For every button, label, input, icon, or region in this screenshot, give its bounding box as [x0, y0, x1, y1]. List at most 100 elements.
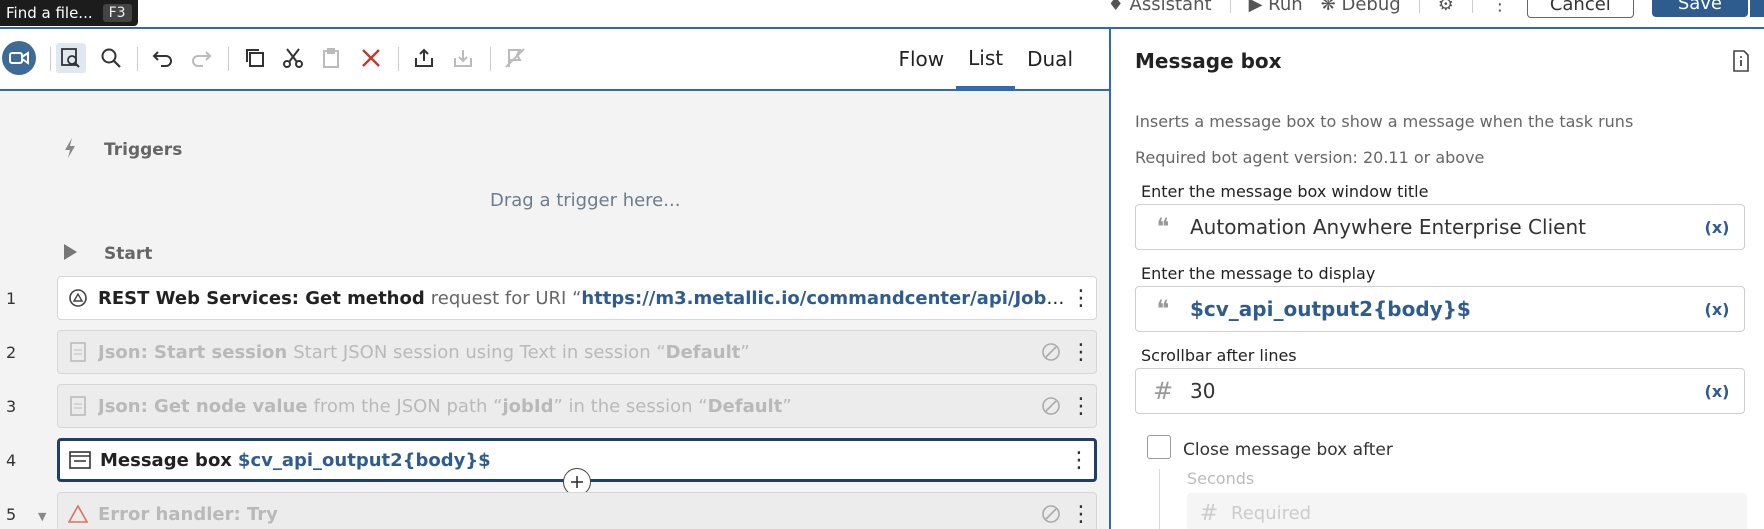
tab-flow[interactable]: Flow [886, 29, 956, 89]
hash-icon: # [1152, 377, 1174, 405]
field-value: Automation Anywhere Enterprise Client [1190, 215, 1586, 239]
assistant-icon: ♦ [1107, 0, 1124, 15]
rest-icon [58, 288, 98, 308]
action-desc: request for URI “ [430, 287, 582, 309]
action-value: jobId [502, 395, 554, 417]
message-input[interactable]: ❝ $cv_api_output2{body}$ (x) [1135, 286, 1745, 332]
cut-button[interactable] [280, 45, 306, 71]
insert-variable-button[interactable]: (x) [1690, 218, 1744, 237]
json-icon [58, 342, 98, 362]
lightning-icon [62, 137, 78, 163]
record-button[interactable] [2, 41, 36, 75]
disable-button[interactable] [502, 45, 528, 71]
action-row-text: REST Web Services: Get method request for… [98, 288, 1066, 309]
header-actions: ♦ Assistant ▶ Run ❋ Debug ⚙ ⋮ Cancel Sav… [1108, 0, 1764, 18]
download-icon [454, 50, 472, 67]
debug-button[interactable]: ❋ Debug [1321, 0, 1401, 15]
tab-list[interactable]: List [956, 29, 1016, 89]
seconds-input[interactable]: # Required [1187, 493, 1747, 529]
delete-x-icon [362, 49, 380, 67]
undo-button[interactable] [150, 45, 176, 71]
field-value: $cv_api_output2{body}$ [1190, 297, 1471, 321]
action-row-error-handler[interactable]: Error handler: Try ⋮ [57, 492, 1097, 529]
action-desc-mid: ” in the session “ [553, 395, 708, 417]
action-desc-tail: ” [782, 395, 792, 417]
toolbar-divider [50, 47, 51, 71]
action-title: Error handler: Try [98, 503, 278, 525]
action-value: Default [665, 341, 741, 363]
header-divider [1471, 0, 1473, 13]
window-title-input[interactable]: ❝ Automation Anywhere Enterprise Client … [1135, 204, 1745, 250]
header-divider [1229, 0, 1231, 13]
debug-label: Debug [1341, 0, 1401, 15]
quote-icon: ❝ [1156, 295, 1170, 323]
play-icon: ▶ [1248, 0, 1263, 15]
trigger-drop-zone[interactable]: Drag a trigger here... [490, 190, 680, 211]
action-row-text: Json: Get node value from the JSON path “… [98, 396, 1036, 417]
redo-button[interactable] [188, 45, 214, 71]
disabled-icon [1036, 504, 1066, 524]
more-vertical-icon[interactable]: ⋮ [1066, 394, 1096, 419]
settings-icon[interactable]: ⚙ [1438, 0, 1454, 15]
assistant-button[interactable]: ♦ Assistant [1108, 0, 1212, 15]
close-after-checkbox[interactable] [1147, 435, 1171, 459]
cancel-button[interactable]: Cancel [1526, 0, 1634, 18]
find-file-button[interactable] [56, 43, 86, 73]
line-number: 5 [6, 505, 17, 524]
tooltip-text: Find a file... [6, 4, 93, 22]
quote-icon: ❝ [1156, 213, 1170, 241]
app-root: Find a file... F3 ♦ Assistant ▶ Run ❋ De… [0, 0, 1764, 529]
action-row-json-get-node[interactable]: Json: Get node value from the JSON path “… [57, 384, 1097, 428]
redo-icon [192, 51, 212, 67]
line-number: 1 [6, 289, 17, 308]
insert-variable-button[interactable]: (x) [1690, 300, 1744, 319]
indent-guide [1159, 469, 1160, 529]
find-file-tooltip: Find a file... F3 [0, 0, 138, 26]
tooltip-shortcut: F3 [102, 4, 132, 22]
action-row-json-start-session[interactable]: Json: Start session Start JSON session us… [57, 330, 1097, 374]
delete-button[interactable] [358, 45, 384, 71]
tab-dual[interactable]: Dual [1015, 29, 1085, 89]
paste-button[interactable] [318, 45, 344, 71]
warning-triangle-icon [58, 505, 98, 523]
more-vertical-icon[interactable]: ⋮ [1491, 0, 1509, 15]
flag-slash-icon [505, 48, 525, 68]
toolbar-divider [137, 47, 138, 71]
more-vertical-icon[interactable]: ⋮ [1066, 286, 1096, 311]
bug-icon: ❋ [1320, 0, 1336, 15]
disabled-icon [1036, 342, 1066, 362]
copy-button[interactable] [242, 45, 268, 71]
panel-description: Inserts a message box to show a message … [1135, 112, 1634, 131]
import-button[interactable] [450, 45, 476, 71]
panel-version: Required bot agent version: 20.11 or abo… [1135, 148, 1485, 167]
view-switcher: Flow List Dual [886, 29, 1085, 89]
action-row-rest-get[interactable]: REST Web Services: Get method request for… [57, 276, 1097, 320]
save-button[interactable]: Save [1651, 0, 1748, 17]
scrollbar-lines-input[interactable]: # 30 (x) [1135, 368, 1745, 414]
more-vertical-icon[interactable]: ⋮ [1066, 340, 1096, 365]
action-title: REST Web Services: Get method [98, 287, 425, 309]
plus-icon [571, 476, 583, 488]
action-value: https://m3.metallic.io/commandcenter/api… [581, 287, 1066, 309]
run-button[interactable]: ▶ Run [1249, 0, 1303, 15]
action-row-text: Error handler: Try [98, 504, 1036, 525]
action-row-text: Message box $cv_api_output2{body}$ [100, 450, 1064, 471]
insert-variable-button[interactable]: (x) [1690, 382, 1744, 401]
document-info-icon[interactable] [1732, 50, 1750, 76]
action-desc: from the JSON path “ [313, 395, 503, 417]
search-button[interactable] [98, 45, 124, 71]
export-button[interactable] [411, 45, 437, 71]
toolbar-divider [398, 47, 399, 71]
action-desc: Start JSON session using Text in session… [293, 341, 666, 363]
close-after-label: Close message box after [1183, 440, 1393, 460]
undo-icon [152, 51, 172, 67]
action-desc-tail: ” [740, 341, 750, 363]
save-dropdown-icon[interactable] [1750, 0, 1764, 17]
properties-panel: Message box Inserts a message box to sho… [1111, 29, 1764, 529]
video-camera-icon [9, 51, 29, 65]
more-vertical-icon[interactable]: ⋮ [1066, 502, 1096, 527]
more-vertical-icon[interactable]: ⋮ [1064, 448, 1094, 473]
run-label: Run [1268, 0, 1303, 15]
collapse-caret-icon[interactable]: ▼ [38, 510, 46, 523]
line-number: 3 [6, 397, 17, 416]
